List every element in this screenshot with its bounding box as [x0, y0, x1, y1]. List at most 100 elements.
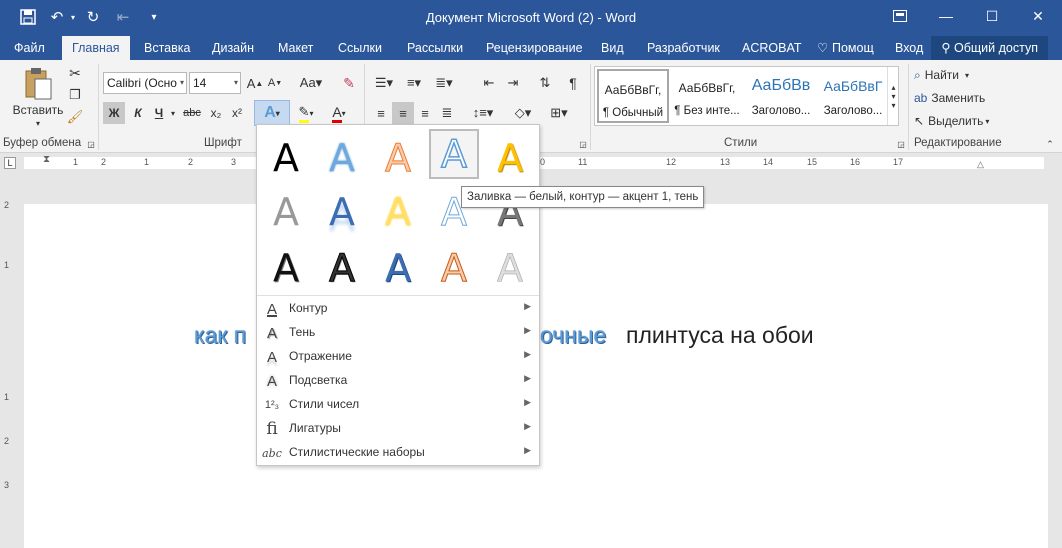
italic-button[interactable]: К	[128, 102, 148, 124]
share-button[interactable]: ⚲ Общий доступ	[931, 36, 1048, 60]
effect-silver-fill[interactable]: A	[485, 243, 535, 293]
superscript-button[interactable]: x²	[227, 102, 247, 124]
style-no-spacing[interactable]: АаБбВвГг, ¶ Без инте...	[671, 69, 743, 123]
effect-gray-fill[interactable]: A	[261, 187, 311, 237]
minimize-icon[interactable]: —	[923, 0, 969, 32]
menu-item-reflection[interactable]: A Отражение ▶	[257, 345, 539, 369]
underline-dropdown-icon[interactable]: ▾	[168, 102, 178, 124]
tab-view[interactable]: Вид	[591, 36, 634, 60]
maximize-icon[interactable]: ☐	[969, 0, 1015, 32]
sort-icon[interactable]: ⇅	[534, 72, 556, 94]
shrink-font-icon[interactable]: A ▼	[266, 72, 284, 94]
select-button[interactable]: ↖ Выделить ▾	[914, 112, 1004, 130]
menu-item-label: Подсветка	[289, 373, 348, 387]
paste-icon[interactable]	[18, 66, 58, 102]
paste-button[interactable]: Вставить	[8, 102, 68, 118]
document-plain-text[interactable]: плинтуса на обои	[626, 322, 814, 349]
subscript-button[interactable]: x₂	[206, 102, 226, 124]
tab-references[interactable]: Ссылки	[328, 36, 392, 60]
menu-item-number-styles[interactable]: 1²₃ Стили чисел ▶	[257, 393, 539, 417]
font-name-combo[interactable]: Calibri (Осно ▾	[103, 72, 187, 94]
effect-orange-outline[interactable]: A	[373, 133, 423, 183]
tab-stop-icon[interactable]: L	[4, 157, 16, 169]
styles-scroll[interactable]: ▴ ▾ ▾	[887, 67, 899, 125]
line-spacing-icon[interactable]: ↕≡▾	[468, 102, 498, 124]
replace-button[interactable]: ab Заменить	[914, 89, 1004, 107]
effect-black-shadow[interactable]: A	[261, 243, 311, 293]
tab-file[interactable]: Файл	[4, 36, 55, 60]
clear-formatting-icon[interactable]: ✎	[338, 72, 360, 94]
menu-item-glow[interactable]: A Подсветка ▶	[257, 369, 539, 393]
format-painter-icon[interactable]: 🖌	[66, 108, 84, 126]
tab-design[interactable]: Дизайн	[202, 36, 264, 60]
bold-button[interactable]: Ж	[103, 102, 125, 124]
copy-icon[interactable]: ❐	[66, 86, 84, 104]
cut-icon[interactable]: ✂	[66, 64, 84, 82]
effect-blue-bevel[interactable]: A	[373, 243, 423, 293]
menu-item-ligatures[interactable]: ﬁ Лигатуры ▶	[257, 417, 539, 441]
effect-black-fill[interactable]: A	[261, 133, 311, 183]
shading-icon[interactable]: ◇▾	[508, 102, 538, 124]
justify-icon[interactable]: ≣	[436, 102, 458, 124]
document-text-effect-2[interactable]: очные	[540, 322, 606, 349]
styles-launcher-icon[interactable]: ◲	[896, 138, 906, 150]
text-effects-button[interactable]: A ▾	[254, 100, 290, 126]
highlight-icon[interactable]: ✎ ▾	[292, 102, 320, 124]
ribbon-display-icon[interactable]	[877, 0, 923, 32]
tab-acrobat[interactable]: ACROBAT	[732, 36, 812, 60]
menu-item-outline[interactable]: A Контур ▶	[257, 297, 539, 321]
submenu-arrow-icon: ▶	[524, 397, 531, 407]
clipboard-launcher-icon[interactable]: ◲	[86, 138, 96, 150]
effect-dark-outline[interactable]: A	[317, 243, 367, 293]
style-heading-1[interactable]: АаБбВв Заголово...	[745, 69, 817, 123]
submenu-arrow-icon: ▶	[524, 301, 531, 311]
menu-item-stylistic-sets[interactable]: abc Стилистические наборы ▶	[257, 441, 539, 465]
ruler-number: 2	[188, 157, 194, 167]
close-icon[interactable]: ✕	[1015, 0, 1061, 32]
underline-button[interactable]: Ч	[150, 102, 168, 124]
tab-home[interactable]: Главная	[62, 36, 130, 60]
align-center-icon[interactable]: ≡	[392, 102, 414, 124]
ruler-number: 14	[763, 157, 774, 167]
tab-mailings[interactable]: Рассылки	[397, 36, 473, 60]
style-normal[interactable]: АаБбВвГг, ¶ Обычный	[597, 69, 669, 123]
document-text-effect-1[interactable]: как п	[194, 322, 246, 349]
font-size-combo[interactable]: 14 ▾	[189, 72, 241, 94]
tab-developer[interactable]: Разработчик	[637, 36, 730, 60]
effect-yellow-fill[interactable]: A	[373, 187, 423, 237]
reflection-icon: A	[266, 348, 277, 366]
effect-white-fill-accent1-shadow[interactable]: A	[429, 129, 479, 179]
paste-dropdown-icon[interactable]: ▾	[30, 118, 46, 128]
bullets-icon[interactable]: ☰▾	[370, 72, 398, 94]
tab-tell-me[interactable]: ♡ Помощ	[808, 36, 884, 60]
font-color-icon[interactable]: A ▾	[324, 102, 354, 124]
find-button[interactable]: ⌕ Найти ▾	[914, 66, 994, 84]
effect-gold-fill[interactable]: A	[485, 133, 535, 183]
effect-blue-fill[interactable]: A	[317, 133, 367, 183]
change-case-icon[interactable]: Aa▾	[296, 72, 326, 94]
align-right-icon[interactable]: ≡	[414, 102, 436, 124]
grow-font-icon[interactable]: A ▲	[246, 72, 264, 94]
align-left-icon[interactable]: ≡	[370, 102, 392, 124]
decrease-indent-icon[interactable]: ⇤	[478, 72, 500, 94]
increase-indent-icon[interactable]: ⇥	[502, 72, 524, 94]
style-heading-2[interactable]: АаБбВвГ Заголово...	[817, 69, 889, 123]
lightbulb-icon: ♡	[817, 41, 829, 55]
paragraph-launcher-icon[interactable]: ◲	[578, 138, 588, 150]
tab-insert[interactable]: Вставка	[134, 36, 200, 60]
tab-review[interactable]: Рецензирование	[476, 36, 593, 60]
borders-icon[interactable]: ⊞▾	[544, 102, 574, 124]
strikethrough-button[interactable]: abc	[180, 102, 204, 124]
effect-blue-reflection[interactable]: A	[317, 187, 367, 237]
right-indent-icon[interactable]: △	[977, 159, 984, 170]
indent-marker-icon[interactable]: ⧗	[43, 154, 50, 165]
cursor-icon: ↖	[914, 114, 925, 128]
pilcrow-icon[interactable]: ¶	[562, 72, 584, 94]
multilevel-list-icon[interactable]: ≣▾	[430, 72, 458, 94]
menu-item-shadow[interactable]: A Тень ▶	[257, 321, 539, 345]
collapse-ribbon-icon[interactable]: ⌃	[1044, 138, 1056, 150]
numbering-icon[interactable]: ≡▾	[400, 72, 428, 94]
tab-layout[interactable]: Макет	[268, 36, 323, 60]
effect-orange-bevel[interactable]: A	[429, 243, 479, 293]
sign-in-link[interactable]: Вход	[885, 36, 933, 60]
